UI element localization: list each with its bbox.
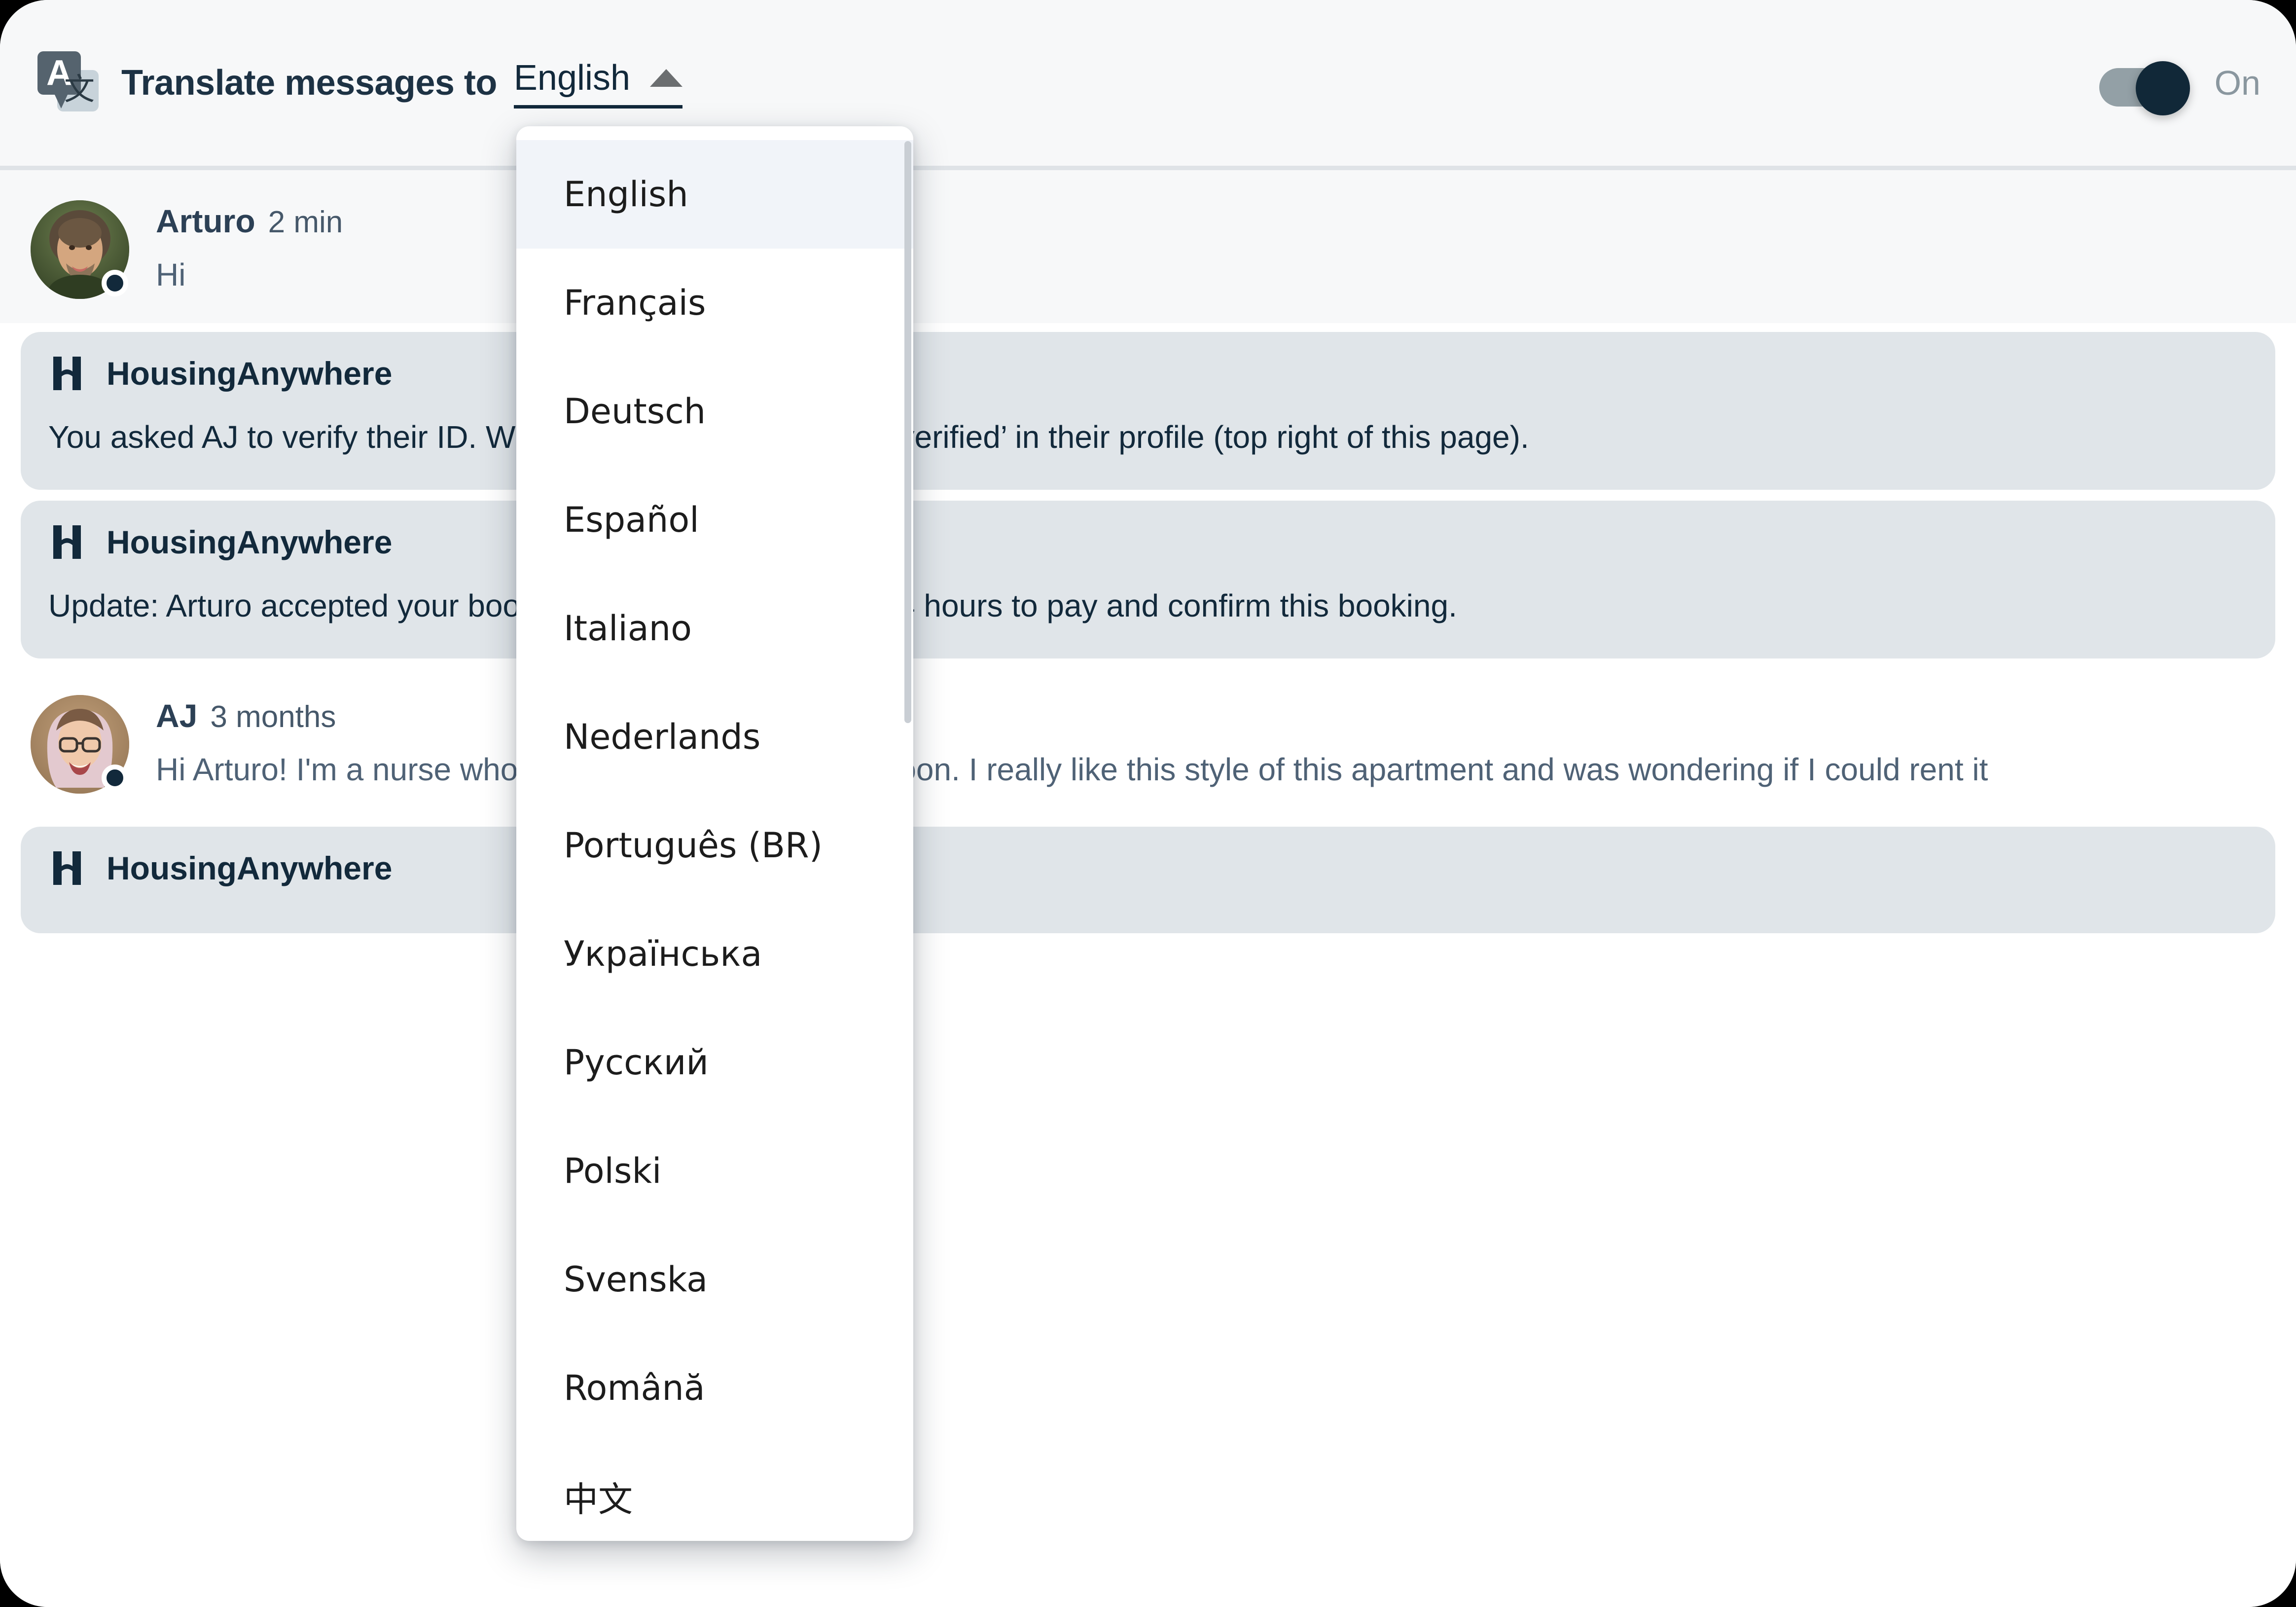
language-option-0[interactable]: English [516,140,913,249]
translate-toggle-switch[interactable] [2099,60,2190,115]
language-select-value: English [513,58,631,98]
message-row-arturo: Arturo 2 min Hi [0,175,2296,324]
message-timestamp: 2 min [268,205,343,239]
language-option-3[interactable]: Español [516,466,913,574]
translate-header: A 文 Translate messages to English On [0,0,2296,170]
system-message-header-3: HousingAnywhere [48,849,2248,887]
language-option-9[interactable]: Polski [516,1117,913,1225]
online-status-dot [102,764,128,791]
message-text: Hi [156,257,186,292]
translate-icon-cjk-glyph: 文 [64,71,95,107]
system-message-card-3: HousingAnywhere [21,826,2275,933]
system-message-sender: HousingAnywhere [107,355,393,392]
language-option-10[interactable]: Svenska [516,1225,913,1334]
system-message-header-2: HousingAnywhere [48,523,2248,561]
housinganywhere-logo-icon [53,357,81,391]
translate-panel-window: A 文 Translate messages to English On Art… [0,0,2296,1607]
message-author: Arturo [156,203,255,239]
message-body-aj: AJ 3 months Hi Arturo! I'm a nurse who w… [156,695,2260,794]
translate-toggle-area: On [2099,60,2260,115]
toggle-state-label: On [2214,64,2260,102]
system-message-card-2: HousingAnywhere Update: Arturo accepted … [21,500,2275,658]
message-row-aj: AJ 3 months Hi Arturo! I'm a nurse who w… [0,669,2296,818]
system-message-text: Update: Arturo accepted your booking req… [48,587,1457,623]
message-author: AJ [156,697,198,734]
avatar-wrap-arturo [31,200,129,299]
avatar-wrap-aj [31,694,129,794]
toggle-knob [2135,61,2190,115]
language-option-1[interactable]: Français [516,249,913,357]
language-option-8[interactable]: Русский [516,1008,913,1117]
message-header-arturo: Arturo 2 min [156,202,2260,240]
message-header-aj: AJ 3 months [156,697,2260,734]
message-text: Hi Arturo! I'm a nurse who will be movin… [156,751,1988,787]
housinganywhere-logo-icon [53,525,81,559]
language-option-7[interactable]: Українська [516,900,913,1008]
system-message-sender: HousingAnywhere [107,523,393,560]
system-message-card-1: HousingAnywhere You asked AJ to verify t… [21,332,2275,490]
translate-icon: A 文 [36,51,99,114]
housinganywhere-logo-icon [53,851,81,885]
language-option-2[interactable]: Deutsch [516,357,913,466]
language-dropdown-menu[interactable]: English Français Deutsch Español Italiano Ned… [516,126,913,1541]
language-dropdown-list: English Français Deutsch Español Italiano Ned… [516,126,913,1541]
system-message-text: You asked AJ to verify their ID. When it… [48,419,1529,455]
language-option-12[interactable]: 中文 [516,1442,913,1541]
translate-header-title: Translate messages to [121,63,497,103]
language-option-6[interactable]: Português (BR) [516,791,913,900]
language-option-5[interactable]: Nederlands [516,683,913,791]
online-status-dot [102,270,128,297]
language-option-11[interactable]: Română [516,1334,913,1442]
system-message-header-1: HousingAnywhere [48,355,2248,392]
message-body-arturo: Arturo 2 min Hi [156,200,2260,299]
message-timestamp: 3 months [210,699,336,734]
caret-up-icon [650,69,683,87]
language-select-trigger[interactable]: English [513,58,683,109]
conversation-scroll-area[interactable]: Arturo 2 min Hi HousingAnywhere You aske… [0,175,2296,1607]
system-message-sender: HousingAnywhere [107,849,393,886]
dropdown-scrollbar[interactable] [904,141,911,723]
language-option-4[interactable]: Italiano [516,574,913,683]
